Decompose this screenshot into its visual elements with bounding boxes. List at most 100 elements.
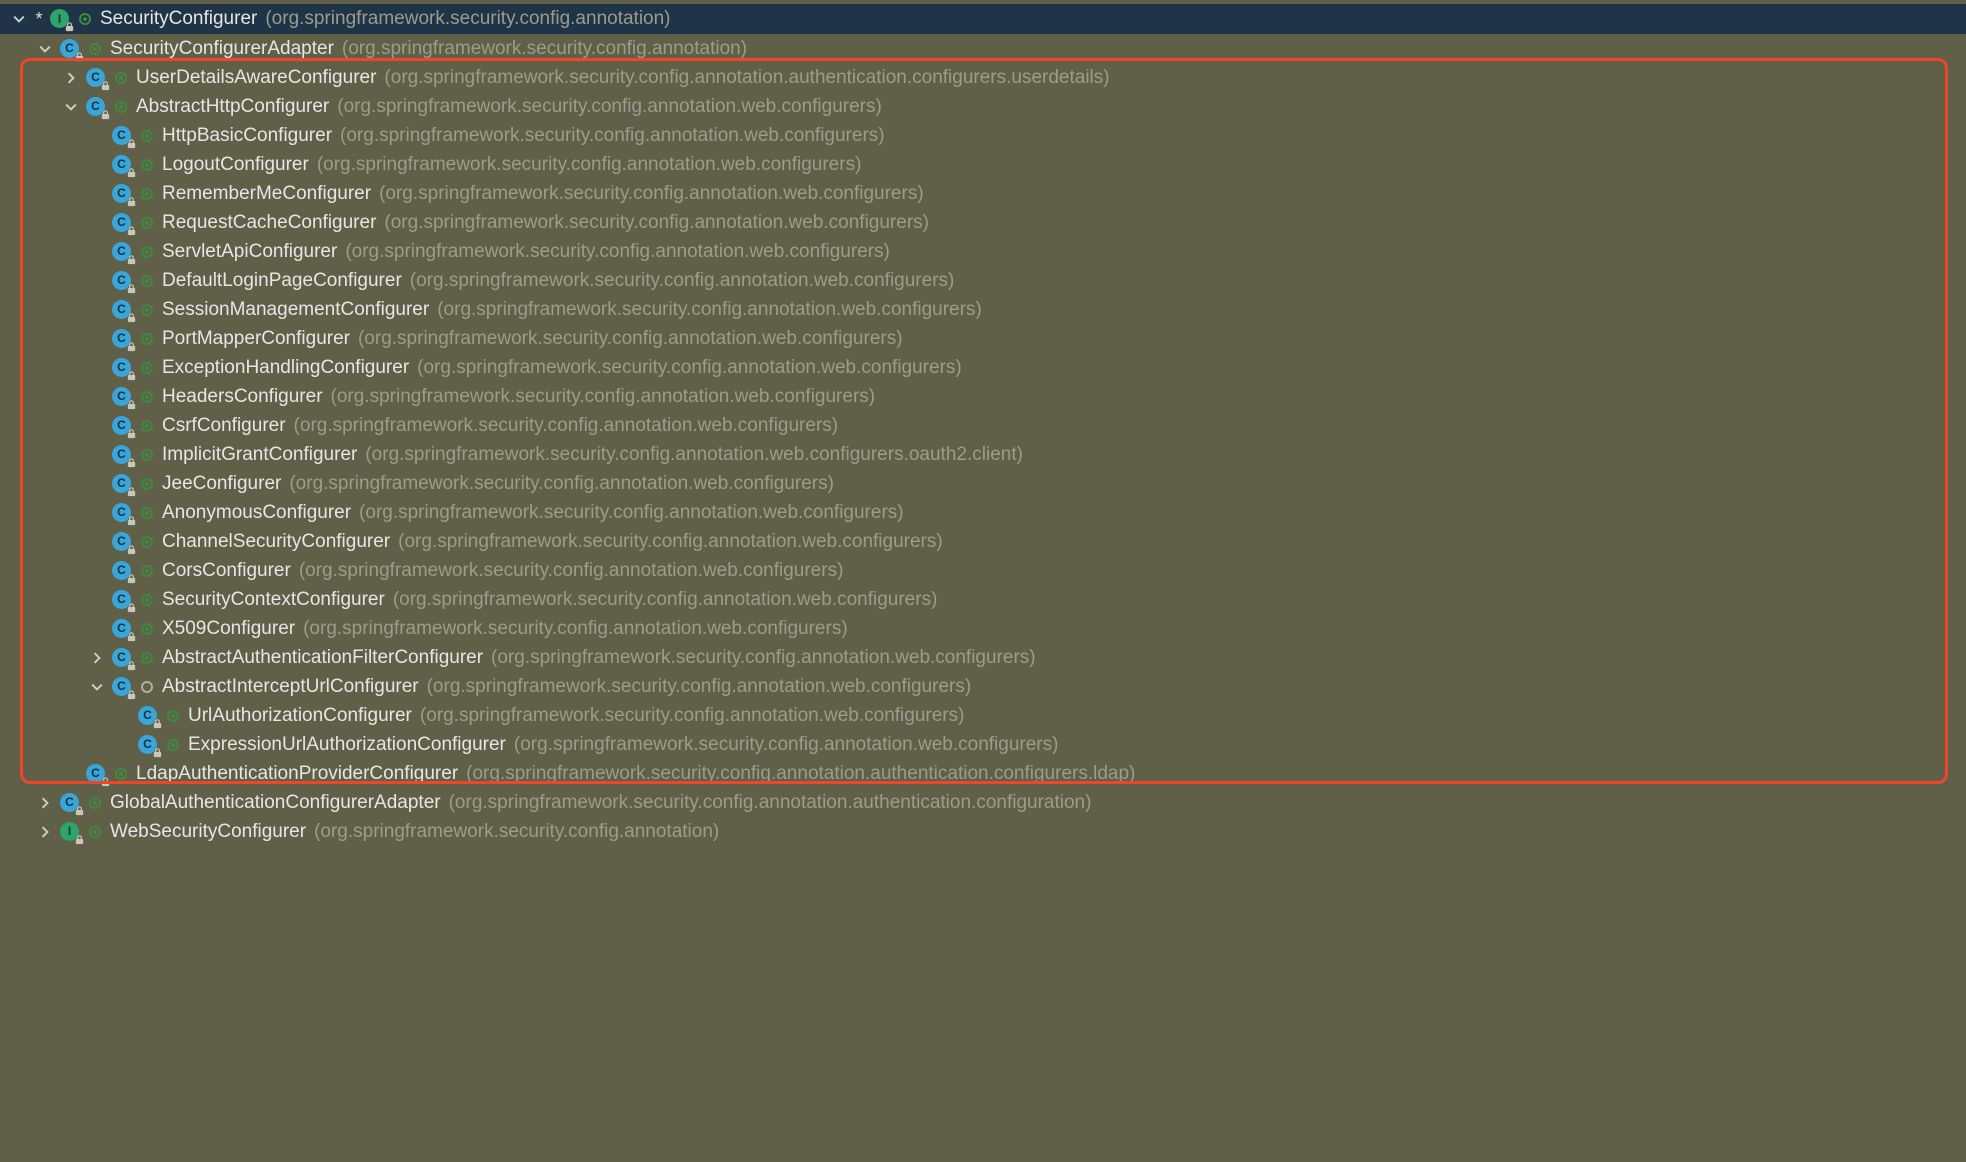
tree-row[interactable]: CRememberMeConfigurer(org.springframewor… [0,179,1966,208]
class-icon: C [110,299,136,321]
tree-row[interactable]: CSecurityConfigurerAdapter(org.springfra… [0,34,1966,63]
package-label: (org.springframework.security.config.ann… [359,502,904,524]
tree-row[interactable]: CServletApiConfigurer(org.springframewor… [0,237,1966,266]
lock-icon [126,196,137,207]
tree-row[interactable]: CDefaultLoginPageConfigurer(org.springfr… [0,266,1966,295]
tree-row[interactable]: CExpressionUrlAuthorizationConfigurer(or… [0,730,1966,759]
tree-row[interactable]: CUrlAuthorizationConfigurer(org.springfr… [0,701,1966,730]
class-icon: C [58,38,84,60]
visibility-public-icon [138,591,156,609]
visibility-public-icon [164,707,182,725]
visibility-public-icon [138,243,156,261]
lock-icon [126,515,137,526]
visibility-public-icon [138,388,156,406]
class-name: DefaultLoginPageConfigurer [162,270,402,292]
lock-icon [74,51,85,62]
class-name: HttpBasicConfigurer [162,125,332,147]
class-name: AbstractHttpConfigurer [136,96,329,118]
tree-row[interactable]: IWebSecurityConfigurer(org.springframewo… [0,817,1966,846]
package-label: (org.springframework.security.config.ann… [514,734,1059,756]
tree-row[interactable]: CX509Configurer(org.springframework.secu… [0,614,1966,643]
tree-row[interactable]: CRequestCacheConfigurer(org.springframew… [0,208,1966,237]
tree-row[interactable]: CHttpBasicConfigurer(org.springframework… [0,121,1966,150]
tree-row[interactable]: CAbstractInterceptUrlConfigurer(org.spri… [0,672,1966,701]
tree-row[interactable]: CImplicitGrantConfigurer(org.springframe… [0,440,1966,469]
class-name: SecurityContextConfigurer [162,589,385,611]
tree-row[interactable]: CPortMapperConfigurer(org.springframewor… [0,324,1966,353]
chevron-right-icon[interactable] [62,69,80,87]
class-icon: C [110,328,136,350]
package-label: (org.springframework.security.config.ann… [491,647,1036,669]
lock-icon [126,457,137,468]
tree-row[interactable]: *ISecurityConfigurer(org.springframework… [0,4,1966,34]
package-label: (org.springframework.security.config.ann… [358,328,903,350]
visibility-public-icon [138,185,156,203]
tree-row[interactable]: CAnonymousConfigurer(org.springframework… [0,498,1966,527]
package-label: (org.springframework.security.config.ann… [420,705,965,727]
tree-row[interactable]: CAbstractHttpConfigurer(org.springframew… [0,92,1966,121]
tree-row[interactable]: CExceptionHandlingConfigurer(org.springf… [0,353,1966,382]
interface-icon: I [58,821,84,843]
package-label: (org.springframework.security.config.ann… [427,676,972,698]
tree-row[interactable]: C LdapAuthenticationProviderConfigurer (or… [0,759,1966,788]
tree-row[interactable]: CUserDetailsAwareConfigurer(org.springfr… [0,63,1966,92]
lock-icon [152,747,163,758]
class-name: X509Configurer [162,618,295,640]
chevron-right-icon[interactable] [88,649,106,667]
visibility-public-icon [112,765,130,783]
class-icon: C [84,763,110,785]
package-label: (org.springframework.security.config.ann… [410,270,955,292]
tree-row[interactable]: CSessionManagementConfigurer(org.springf… [0,295,1966,324]
lock-icon [126,399,137,410]
package-label: (org.springframework.security.config.ann… [384,212,929,234]
tree-row[interactable]: CCorsConfigurer(org.springframework.secu… [0,556,1966,585]
visibility-public-icon [112,69,130,87]
tree-row[interactable]: CLogoutConfigurer(org.springframework.se… [0,150,1966,179]
visibility-public-icon [138,649,156,667]
package-label: (org.springframework.security.config.ann… [417,357,962,379]
lock-icon [126,254,137,265]
lock-icon [126,689,137,700]
lock-icon [126,602,137,613]
tree-row[interactable]: CJeeConfigurer(org.springframework.secur… [0,469,1966,498]
interface-icon: I [48,8,74,30]
package-label: (org.springframework.security.config.ann… [365,444,1023,466]
chevron-down-icon[interactable] [36,40,54,58]
class-icon: C [110,386,136,408]
class-icon: C [110,212,136,234]
class-name: LdapAuthenticationProviderConfigurer [136,763,458,785]
chevron-right-icon[interactable] [36,794,54,812]
class-name: CsrfConfigurer [162,415,286,437]
visibility-public-icon [138,475,156,493]
package-label: (org.springframework.security.config.ann… [299,560,844,582]
lock-icon [126,486,137,497]
package-label: (org.springframework.security.config.ann… [340,125,885,147]
chevron-down-icon[interactable] [10,10,28,28]
class-icon: C [110,183,136,205]
tree-row[interactable]: CSecurityContextConfigurer(org.springfra… [0,585,1966,614]
class-icon: C [110,618,136,640]
class-name: AbstractInterceptUrlConfigurer [162,676,419,698]
class-icon: C [136,705,162,727]
visibility-public-icon [138,562,156,580]
class-icon: C [110,415,136,437]
tree-row[interactable]: CCsrfConfigurer(org.springframework.secu… [0,411,1966,440]
tree-row[interactable]: CGlobalAuthenticationConfigurerAdapter(o… [0,788,1966,817]
class-name: HeadersConfigurer [162,386,323,408]
visibility-public-icon [138,127,156,145]
visibility-public-icon [138,533,156,551]
class-name: WebSecurityConfigurer [110,821,306,843]
package-label: (org.springframework.security.config.ann… [345,241,890,263]
package-label: (org.springframework.security.config.ann… [265,8,670,30]
tree-row[interactable]: CAbstractAuthenticationFilterConfigurer(… [0,643,1966,672]
tree-row[interactable]: CChannelSecurityConfigurer(org.springfra… [0,527,1966,556]
visibility-public-icon [112,98,130,116]
chevron-down-icon[interactable] [88,678,106,696]
lock-icon [126,167,137,178]
chevron-down-icon[interactable] [62,98,80,116]
chevron-right-icon[interactable] [36,823,54,841]
package-label: (org.springframework.security.config.ann… [466,763,1135,785]
tree-row[interactable]: CHeadersConfigurer(org.springframework.s… [0,382,1966,411]
lock-icon [126,225,137,236]
class-name: ExpressionUrlAuthorizationConfigurer [188,734,506,756]
